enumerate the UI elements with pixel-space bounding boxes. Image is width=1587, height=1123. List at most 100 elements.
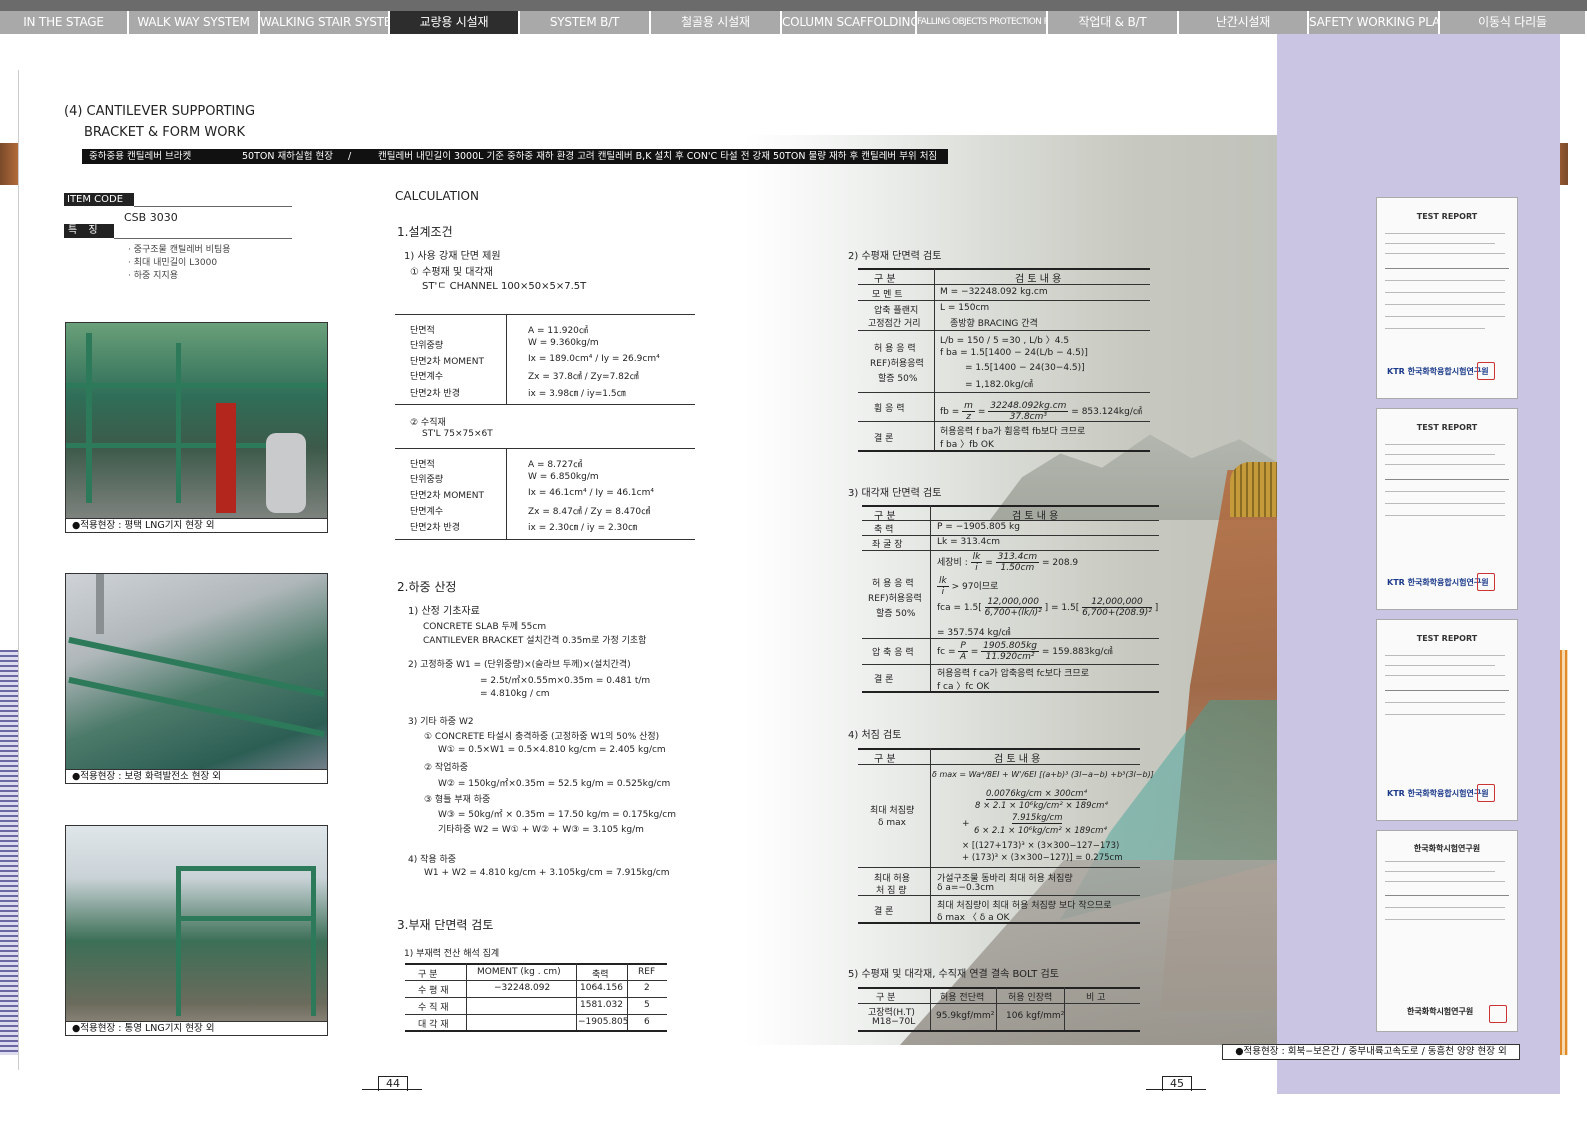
table-header: 허용 인장력 xyxy=(1008,993,1053,1003)
fraction: PA xyxy=(958,641,968,662)
deflection-term-denominator: 6 × 2.1 × 10⁶kg/cm² × 189cm⁴ xyxy=(974,826,1107,836)
table-header: 구 분 xyxy=(874,274,896,285)
stamp-icon xyxy=(1489,1005,1507,1023)
fraction: lk i xyxy=(937,576,949,597)
top-strip xyxy=(0,0,1587,11)
test-report-document: TEST REPORT KTR 한국화학융합시험연구원 xyxy=(1376,197,1518,399)
table-header: 검 토 내 용 xyxy=(1015,274,1062,285)
tab-walking-stair-system[interactable]: WALKING STAIR SYSTEM xyxy=(260,11,390,34)
denominator: i xyxy=(941,587,945,597)
table-rule xyxy=(858,284,1150,285)
table-rule xyxy=(858,421,1150,422)
row-value: δ a=−0.3cm xyxy=(937,883,994,893)
left-margin-line xyxy=(18,70,19,1070)
banner-test: 50TON 재하실험 현장 xyxy=(242,151,333,162)
deflection-formula: δ max = Wa⁴/8EI + W'/6EI [(a+b)³ (3l−a−b… xyxy=(932,770,1154,779)
table-rule xyxy=(405,1014,667,1015)
load-line: ② 작업하중 xyxy=(424,763,469,773)
fraction: 12,000,000 6,700+(208.9)² xyxy=(1082,597,1152,618)
tab-railing-facility[interactable]: 난간시설재 xyxy=(1179,11,1309,34)
load-line: = 4.810kg / cm xyxy=(480,689,550,699)
row-label: 휨 응 력 xyxy=(874,404,905,414)
prop-label: 단면계수 xyxy=(410,372,444,382)
feature-item: · 최대 내민길이 L3000 xyxy=(128,258,218,268)
table-cell: 95.9kgf/mm² xyxy=(936,1011,995,1021)
tab-system-bt[interactable]: SYSTEM B/T xyxy=(520,11,651,34)
fraction: mz xyxy=(962,401,975,422)
row-value: = 1,182.0kg/㎠ xyxy=(965,380,1033,390)
table-divider xyxy=(934,268,935,450)
tab-column-scaffolding[interactable]: COLUMN SCAFFOLDING xyxy=(782,11,917,34)
prop-label: 단면적 xyxy=(410,460,435,470)
row-value: f ba = 1.5[1400 − 24(L/b − 4.5)] xyxy=(940,348,1088,358)
item-code-rule xyxy=(134,206,292,207)
row-label: 결 론 xyxy=(874,675,894,685)
site-photo-tongyeong: ●적용현장 : 통영 LNG기지 현장 외 xyxy=(65,825,328,1036)
photo-caption: ●적용현장 : 보령 화력발전소 현장 외 xyxy=(66,769,327,783)
prop-value: Ix = 46.1cm⁴ / Iy = 46.1cm⁴ xyxy=(528,488,654,498)
numerator: 32248.092kg.cm xyxy=(988,401,1069,412)
diagonal-check-heading: 3) 대각재 단면력 검토 xyxy=(848,488,942,499)
steel-beam xyxy=(176,866,316,871)
formula-prefix: fb = xyxy=(940,407,960,417)
formula-result: = 208.9 xyxy=(1041,558,1079,568)
row-label: 할증 50% xyxy=(876,609,916,619)
row-label: 모 멘 트 xyxy=(872,290,903,300)
prop-label: 단면적 xyxy=(410,326,435,336)
denominator: 6,700+(lk/i)² xyxy=(984,608,1042,618)
row-value: M = −32248.092 kg.cm xyxy=(940,287,1048,297)
steel-column xyxy=(176,343,181,503)
test-report-document: TEST REPORT KTR 한국화학융합시험연구원 xyxy=(1376,408,1518,610)
row-label: REF)허용응력 xyxy=(870,359,924,369)
load-line: ③ 형틀 부재 하중 xyxy=(424,795,491,805)
tab-falling-objects[interactable]: FALLING OBJECTS PROTECTION PLATFORM xyxy=(917,11,1048,34)
horizontal-check-heading: 2) 수평재 단면력 검토 xyxy=(848,251,942,262)
tab-bridge-facility[interactable]: 교량용 시설재 xyxy=(390,11,520,34)
site-photo-boryeong: ●적용현장 : 보령 화력발전소 현장 외 xyxy=(65,573,328,784)
steel-column xyxy=(311,866,316,1016)
table-cell: −1905.805 xyxy=(578,1017,629,1027)
formula-fca: fca = 1.5[ 12,000,000 6,700+(lk/i)² ] = 1… xyxy=(937,597,1158,618)
numerator: 313.4cm xyxy=(995,552,1040,563)
row-label: 할증 50% xyxy=(878,374,918,384)
table-rule xyxy=(858,764,1140,765)
table-rule xyxy=(858,987,1140,989)
row-value: 허용응력 f ca가 압축응력 fc보다 크므로 xyxy=(937,669,1089,679)
tab-work-platform-bt[interactable]: 작업대 & B/T xyxy=(1048,11,1179,34)
table-cell: 1581.032 xyxy=(580,1000,623,1010)
table-rule xyxy=(858,268,1150,270)
numerator: lk xyxy=(937,576,949,587)
fraction: lk i xyxy=(970,552,983,573)
row-label: 압축 플랜지 xyxy=(874,306,919,316)
tank xyxy=(266,433,306,513)
table-rule xyxy=(858,392,1150,393)
prop-label: 단면2차 반경 xyxy=(410,389,460,399)
report-brand: KTR 한국화학융합시험연구원 xyxy=(1387,578,1489,587)
tab-walk-way-system[interactable]: WALK WAY SYSTEM xyxy=(129,11,260,34)
load-line: 2) 고정하중 W1 = (단위중량)×(슬라브 두께)×(설치간격) xyxy=(408,660,631,670)
member-horizontal: ① 수평재 및 대각재 xyxy=(410,267,493,278)
section-title-line2: BRACKET & FORM WORK xyxy=(84,125,245,140)
load-line: 기타하중 W2 = W① + W② + W③ = 3.105 kg/m xyxy=(438,825,644,835)
prop-value: A = 8.727㎠ xyxy=(528,460,583,470)
prop-value: Ix = 189.0cm⁴ / Iy = 26.9cm⁴ xyxy=(528,354,660,364)
numerator: lk xyxy=(970,552,983,563)
table-divider xyxy=(506,448,507,540)
table-rule xyxy=(395,448,695,449)
tab-steel-facility[interactable]: 철골용 시설재 xyxy=(651,11,782,34)
row-value: 허용응력 f ba가 휨응력 fb보다 크므로 xyxy=(940,427,1086,437)
table-cell: M18−70L xyxy=(872,1017,916,1027)
formula-result: = 853.124kg/㎠ xyxy=(1071,407,1142,417)
tab-mobile-bridge[interactable]: 이동식 다리들 xyxy=(1440,11,1587,34)
chimney xyxy=(96,574,104,634)
tab-in-the-stage[interactable]: IN THE STAGE xyxy=(0,11,129,34)
table-header: REF xyxy=(638,967,656,977)
load-line: = 2.5t/㎥×0.55m×0.35m = 0.481 t/m xyxy=(480,676,651,686)
tab-safety-working-platform[interactable]: SAFETY WORKING PLATFORM xyxy=(1309,11,1440,34)
row-label: δ max xyxy=(878,818,906,828)
prop-value: W = 6.850kg/m xyxy=(528,472,599,482)
table-rule xyxy=(858,1003,1140,1004)
table-header: 구 분 xyxy=(418,970,438,980)
row-value: L = 150cm xyxy=(940,303,990,313)
table-rule xyxy=(858,922,1140,924)
